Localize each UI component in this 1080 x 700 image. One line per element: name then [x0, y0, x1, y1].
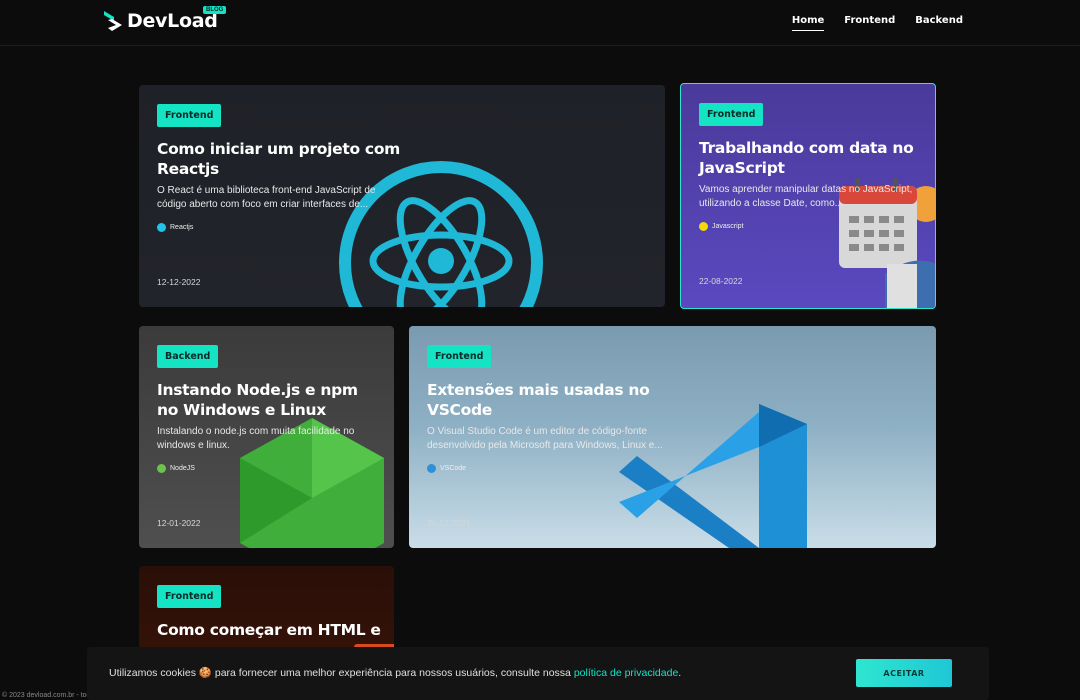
tech-label: VSCode: [440, 465, 467, 472]
post-tech: Reactjs: [157, 223, 193, 232]
post-tag[interactable]: Backend: [157, 345, 219, 368]
post-date: 12-01-2022: [157, 518, 201, 528]
post-date: 22-08-2022: [699, 276, 743, 286]
privacy-policy-link[interactable]: política de privacidade: [574, 667, 678, 679]
nav-home[interactable]: Home: [791, 15, 825, 31]
main-nav: Home Frontend Backend: [791, 15, 963, 31]
post-description: Instalando o node.js com muita facilidad…: [157, 426, 355, 451]
post-date: 30-12-2021: [427, 518, 471, 528]
post-card-nodejs[interactable]: Backend Instando Node.js e npm no Window…: [139, 326, 394, 548]
post-description: Vamos aprender manipular datas no JavaSc…: [699, 184, 913, 209]
cookie-banner: Utilizamos cookies 🍪 para fornecer uma m…: [87, 647, 989, 700]
blog-badge: BLOG: [203, 6, 227, 14]
cookie-text: Utilizamos cookies 🍪 para fornecer uma m…: [109, 667, 571, 679]
post-title[interactable]: Instando Node.js e npm no Windows e Linu…: [157, 380, 382, 420]
site-header: DevLoad BLOG Home Frontend Backend: [0, 0, 1080, 46]
post-tech: NodeJS: [157, 464, 195, 473]
post-description: O Visual Studio Code é um editor de códi…: [427, 426, 663, 451]
post-date: 12-12-2022: [157, 277, 201, 287]
react-logo-icon: [339, 161, 543, 307]
post-tech: Javascript: [699, 222, 744, 231]
post-title[interactable]: Como começar em HTML e: [157, 620, 387, 640]
post-tag[interactable]: Frontend: [157, 585, 222, 608]
post-tag[interactable]: Frontend: [427, 345, 492, 368]
cookie-text-end: .: [678, 667, 682, 679]
tech-dot-icon: [699, 222, 708, 231]
post-card-react[interactable]: Frontend Como iniciar um projeto com Rea…: [139, 85, 665, 307]
post-tag[interactable]: Frontend: [699, 103, 764, 126]
logo[interactable]: DevLoad: [102, 9, 218, 33]
tech-label: Javascript: [712, 223, 744, 230]
cookie-message: Utilizamos cookies 🍪 para fornecer uma m…: [109, 666, 681, 679]
tech-dot-icon: [157, 464, 166, 473]
post-description: O React é uma biblioteca front-end JavaS…: [157, 185, 376, 210]
post-title[interactable]: Extensões mais usadas no VSCode: [427, 380, 657, 420]
tech-dot-icon: [157, 223, 166, 232]
tech-label: NodeJS: [170, 465, 195, 472]
devload-logo-icon: [102, 9, 124, 33]
post-card-vscode[interactable]: Frontend Extensões mais usadas no VSCode…: [409, 326, 936, 548]
tech-dot-icon: [427, 464, 436, 473]
nav-frontend[interactable]: Frontend: [844, 15, 895, 31]
tech-label: Reactjs: [170, 224, 194, 231]
accept-cookies-button[interactable]: ACEITAR: [856, 659, 952, 687]
post-tag[interactable]: Frontend: [157, 104, 222, 127]
vscode-logo-icon: [619, 404, 807, 548]
post-tech: VSCode: [427, 464, 466, 473]
nav-backend[interactable]: Backend: [915, 15, 963, 31]
post-card-javascript[interactable]: Frontend Trabalhando com data no JavaScr…: [680, 83, 936, 309]
post-title[interactable]: Como iniciar um projeto com Reactjs: [157, 139, 407, 179]
post-title[interactable]: Trabalhando com data no JavaScript: [699, 138, 919, 178]
